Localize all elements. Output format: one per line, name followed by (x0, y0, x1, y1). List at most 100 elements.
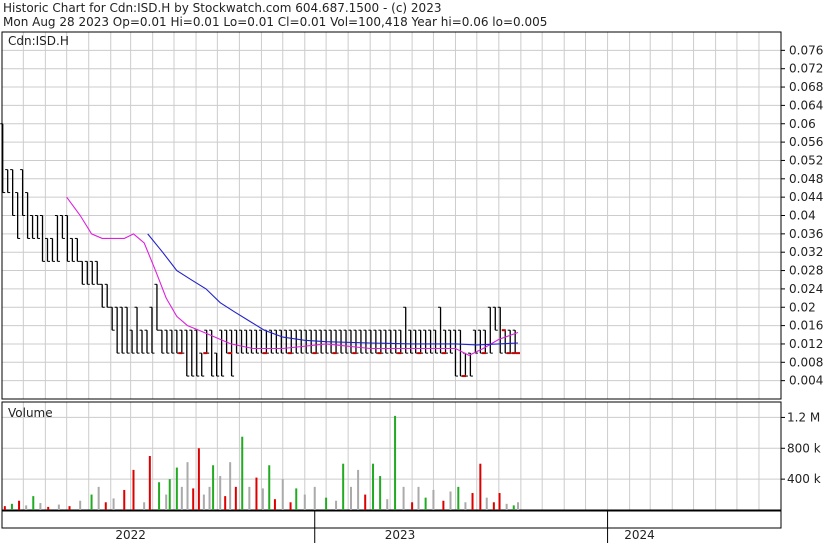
volume-bar (386, 499, 389, 510)
volume-bar (432, 489, 435, 510)
price-y-tick-label: 0.068 (789, 80, 823, 94)
volume-bar (104, 502, 107, 510)
volume-bar (512, 505, 515, 510)
volume-y-tick-label: 1.2 M (787, 410, 820, 424)
volume-bar (268, 465, 271, 510)
price-y-tick-label: 0.036 (789, 227, 823, 241)
volume-bar (79, 500, 82, 510)
price-y-tick-label: 0.02 (789, 300, 816, 314)
price-y-tick-label: 0.016 (789, 319, 823, 333)
volume-bar (143, 502, 146, 510)
price-y-tick-label: 0.04 (789, 209, 816, 223)
volume-bar (168, 479, 171, 510)
volume-bar (112, 498, 115, 510)
volume-bar (208, 486, 211, 510)
volume-bar (202, 494, 205, 510)
volume-bar (411, 502, 414, 510)
volume-bar (517, 502, 520, 510)
volume-bar (212, 465, 215, 510)
volume-bar (248, 486, 251, 510)
volume-bar (485, 497, 488, 510)
volume-bar (505, 503, 508, 510)
volume-bar (255, 477, 258, 510)
year-label: 2024 (624, 528, 655, 542)
price-bars (0, 123, 518, 377)
price-y-tick-label: 0.008 (789, 355, 823, 369)
volume-y-tick-label: 800 k (787, 441, 821, 455)
price-y-tick-label: 0.032 (789, 245, 823, 259)
price-volume-chart: 0.004 0.008 0.012 0.016 0.02 0.024 0.028 0.032 0… (0, 31, 823, 543)
volume-bar (241, 436, 244, 510)
volume-bar (357, 469, 360, 510)
volume-bar (224, 496, 227, 510)
volume-y-tick-label: 400 k (787, 472, 821, 486)
volume-bar (18, 500, 21, 510)
price-y-tick-label: 0.048 (789, 172, 823, 186)
volume-bar (186, 462, 189, 510)
volume-bar (47, 506, 50, 510)
volume-bar (394, 415, 397, 510)
volume-bar (289, 502, 292, 510)
volume-bar (449, 491, 452, 510)
volume-bar (471, 493, 474, 510)
volume-bar (402, 486, 405, 510)
volume-bar (132, 469, 135, 510)
volume-bar (234, 486, 237, 510)
volume-bar (10, 503, 13, 510)
volume-bar (165, 494, 168, 510)
volume-bar (372, 463, 375, 510)
price-y-tick-label: 0.028 (789, 264, 823, 278)
time-axis: 2022 2023 2024 (115, 511, 655, 543)
volume-bar (442, 500, 445, 510)
price-y-tick-label: 0.024 (789, 282, 823, 296)
year-label: 2023 (385, 528, 416, 542)
grid-lines (1, 32, 782, 510)
volume-bar (313, 486, 316, 510)
volume-bar (229, 462, 232, 510)
volume-bar (295, 488, 298, 510)
volume-bar (197, 448, 200, 510)
price-y-tick-label: 0.004 (789, 374, 823, 388)
volume-bar (68, 506, 71, 510)
volume-bar (219, 476, 222, 510)
volume-bar (192, 488, 195, 510)
volume-bar (303, 494, 306, 510)
volume-bar (457, 486, 460, 510)
volume-bar (175, 467, 178, 510)
volume-bar (273, 499, 276, 510)
volume-bar (498, 493, 501, 510)
volume-bar (32, 496, 35, 510)
volume-bar (424, 497, 427, 510)
year-label: 2022 (115, 528, 146, 542)
time-axis-frame (1, 510, 782, 529)
volume-bar (90, 494, 93, 510)
volume-bar (364, 494, 367, 510)
volume-bar (325, 497, 328, 510)
price-y-tick-label: 0.06 (789, 117, 816, 131)
volume-panel-frame (1, 401, 782, 511)
volume-bar (479, 463, 482, 510)
price-y-tick-label: 0.056 (789, 135, 823, 149)
volume-bar (349, 486, 352, 510)
volume-panel-label: Volume (8, 406, 53, 420)
price-y-tick-label: 0.064 (789, 98, 823, 112)
volume-bar (97, 486, 100, 510)
price-y-tick-label: 0.012 (789, 337, 823, 351)
panel-frames (1, 31, 782, 529)
price-y-tick-label: 0.076 (789, 43, 823, 57)
price-y-axis: 0.004 0.008 0.012 0.016 0.02 0.024 0.028 0.032 0… (781, 43, 823, 388)
volume-bar (335, 500, 338, 510)
volume-bar (148, 456, 151, 510)
volume-y-axis: 400 k 800 k 1.2 M (781, 410, 821, 486)
volume-bar (492, 502, 495, 510)
volume-bar (3, 506, 6, 510)
volume-bar (261, 488, 264, 510)
price-panel-label: Cdn:ISD.H (8, 34, 69, 48)
volume-bar (464, 502, 467, 510)
volume-bar (25, 505, 28, 510)
volume-bar (39, 503, 42, 510)
chart-stage: Historic Chart for Cdn:ISD.H by Stockwat… (0, 0, 830, 543)
volume-bar (281, 479, 284, 510)
volume-bar (379, 476, 382, 510)
volume-bar (123, 489, 126, 510)
